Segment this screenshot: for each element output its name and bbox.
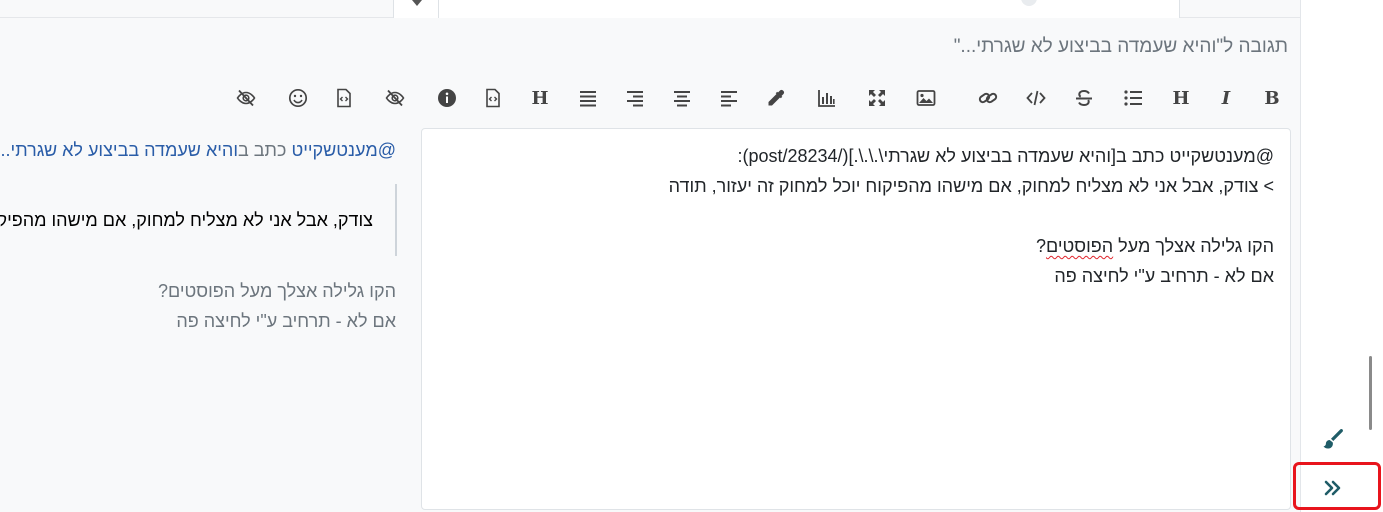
preview-blockquote: צודק, אבל אני לא מצליח למחוק, אם מישהו מ… bbox=[0, 184, 397, 256]
code-file-button[interactable] bbox=[477, 84, 509, 112]
align-right-button[interactable] bbox=[619, 84, 651, 112]
preview-quote-header: @מענטשקייט כתב בוהיא שעמדה בביצוע לא שגר… bbox=[0, 138, 396, 162]
info-icon bbox=[438, 89, 456, 107]
svg-text:H: H bbox=[531, 88, 548, 108]
scrollbar-thumb[interactable] bbox=[1369, 356, 1372, 430]
preview-post-link[interactable]: והיא שעמדה בביצוע לא שגרתי... bbox=[0, 140, 238, 160]
align-left-button[interactable] bbox=[713, 84, 745, 112]
theme-brush-button[interactable] bbox=[1320, 426, 1346, 452]
file-code-icon bbox=[337, 88, 351, 108]
align-center-icon bbox=[674, 91, 690, 107]
field-indicator bbox=[1021, 0, 1037, 6]
preview-wrote-text: כתב ב bbox=[238, 140, 292, 160]
link-icon bbox=[978, 92, 998, 104]
file-code-button[interactable] bbox=[328, 84, 360, 112]
heading-icon: H bbox=[1172, 88, 1189, 108]
preview-mention-link[interactable]: @מענטשקייט bbox=[291, 140, 396, 160]
align-center-button[interactable] bbox=[666, 84, 698, 112]
bold-button[interactable]: B bbox=[1256, 84, 1288, 112]
fullscreen-button[interactable] bbox=[861, 84, 893, 112]
color-picker-button[interactable] bbox=[760, 84, 792, 112]
info-button[interactable] bbox=[431, 84, 463, 112]
heading-alt-icon: H bbox=[531, 88, 548, 108]
align-justify-button[interactable] bbox=[572, 84, 604, 112]
emoji-icon bbox=[288, 88, 308, 108]
hide-button[interactable] bbox=[230, 84, 262, 112]
align-justify-icon bbox=[580, 91, 596, 107]
preview-line-2: אם לא - תרחיב ע"י לחיצה פה bbox=[176, 311, 396, 331]
reply-title: תגובה ל"והיא שעמדה בביצוע לא שגרתי..." bbox=[953, 36, 1288, 57]
bold-icon: B bbox=[1264, 88, 1279, 108]
italic-icon: I bbox=[1221, 88, 1231, 108]
strikethrough-icon bbox=[1076, 89, 1092, 107]
code-file-icon bbox=[486, 88, 500, 108]
hide-icon bbox=[236, 89, 256, 107]
editor-line-5: אם לא - תרחיב ע"י לחיצה פה bbox=[1054, 266, 1274, 286]
emoji-button[interactable] bbox=[282, 84, 314, 112]
svg-text:I: I bbox=[1221, 88, 1231, 108]
caret-down-icon bbox=[412, 0, 422, 6]
top-strip bbox=[0, 0, 1300, 18]
color-picker-icon bbox=[768, 90, 784, 106]
italic-button[interactable]: I bbox=[1210, 84, 1242, 112]
dropdown-toggle[interactable] bbox=[393, 0, 439, 18]
image-icon bbox=[916, 90, 936, 106]
spoiler-button[interactable] bbox=[379, 84, 411, 112]
composer-panel: תגובה ל"והיא שעמדה בביצוע לא שגרתי..." B… bbox=[0, 0, 1300, 512]
misspelled-word[interactable]: הפוסטים bbox=[1046, 236, 1113, 256]
paintbrush-icon bbox=[1323, 429, 1343, 449]
align-left-icon bbox=[721, 91, 737, 107]
svg-text:B: B bbox=[1264, 88, 1279, 108]
editor-line-4-pre: הקו גלילה אצלך מעל bbox=[1113, 236, 1274, 256]
chart-icon bbox=[818, 90, 835, 107]
formatting-toolbar: B I H H bbox=[230, 84, 1290, 112]
annotation-highlight bbox=[1293, 462, 1381, 510]
align-right-icon bbox=[627, 91, 643, 107]
editor-line-4-post: ? bbox=[1035, 236, 1046, 256]
fullscreen-icon bbox=[869, 90, 885, 106]
editor-line-4: הקו גלילה אצלך מעל הפוסטים? bbox=[438, 231, 1274, 261]
chart-button[interactable] bbox=[811, 84, 843, 112]
heading-button[interactable]: H bbox=[1165, 84, 1197, 112]
preview-line-1: הקו גלילה אצלך מעל הפוסטים? bbox=[157, 281, 396, 301]
title-field[interactable] bbox=[438, 0, 1180, 18]
svg-text:H: H bbox=[1172, 88, 1189, 108]
strikethrough-button[interactable] bbox=[1068, 84, 1100, 112]
editor-line-1: @מענטשקייט כתב ב[והיא שעמדה בביצוע לא שג… bbox=[737, 146, 1274, 166]
markdown-editor[interactable]: @מענטשקייט כתב ב[והיא שעמדה בביצוע לא שג… bbox=[421, 128, 1291, 510]
editor-line-2: > צודק, אבל אני לא מצליח למחוק, אם מישהו… bbox=[668, 176, 1274, 196]
code-icon bbox=[1026, 90, 1046, 106]
code-button[interactable] bbox=[1020, 84, 1052, 112]
link-button[interactable] bbox=[972, 84, 1004, 112]
spoiler-icon bbox=[385, 89, 405, 107]
editor-blank-line bbox=[438, 201, 1274, 231]
heading-alt-button[interactable]: H bbox=[524, 84, 556, 112]
preview-pane: @מענטשקייט כתב בוהיא שעמדה בביצוע לא שגר… bbox=[0, 130, 400, 510]
bullet-list-icon bbox=[1124, 90, 1142, 106]
image-button[interactable] bbox=[910, 84, 942, 112]
bullet-list-button[interactable] bbox=[1117, 84, 1149, 112]
preview-paragraph: הקו גלילה אצלך מעל הפוסטים? אם לא - תרחי… bbox=[158, 276, 396, 336]
